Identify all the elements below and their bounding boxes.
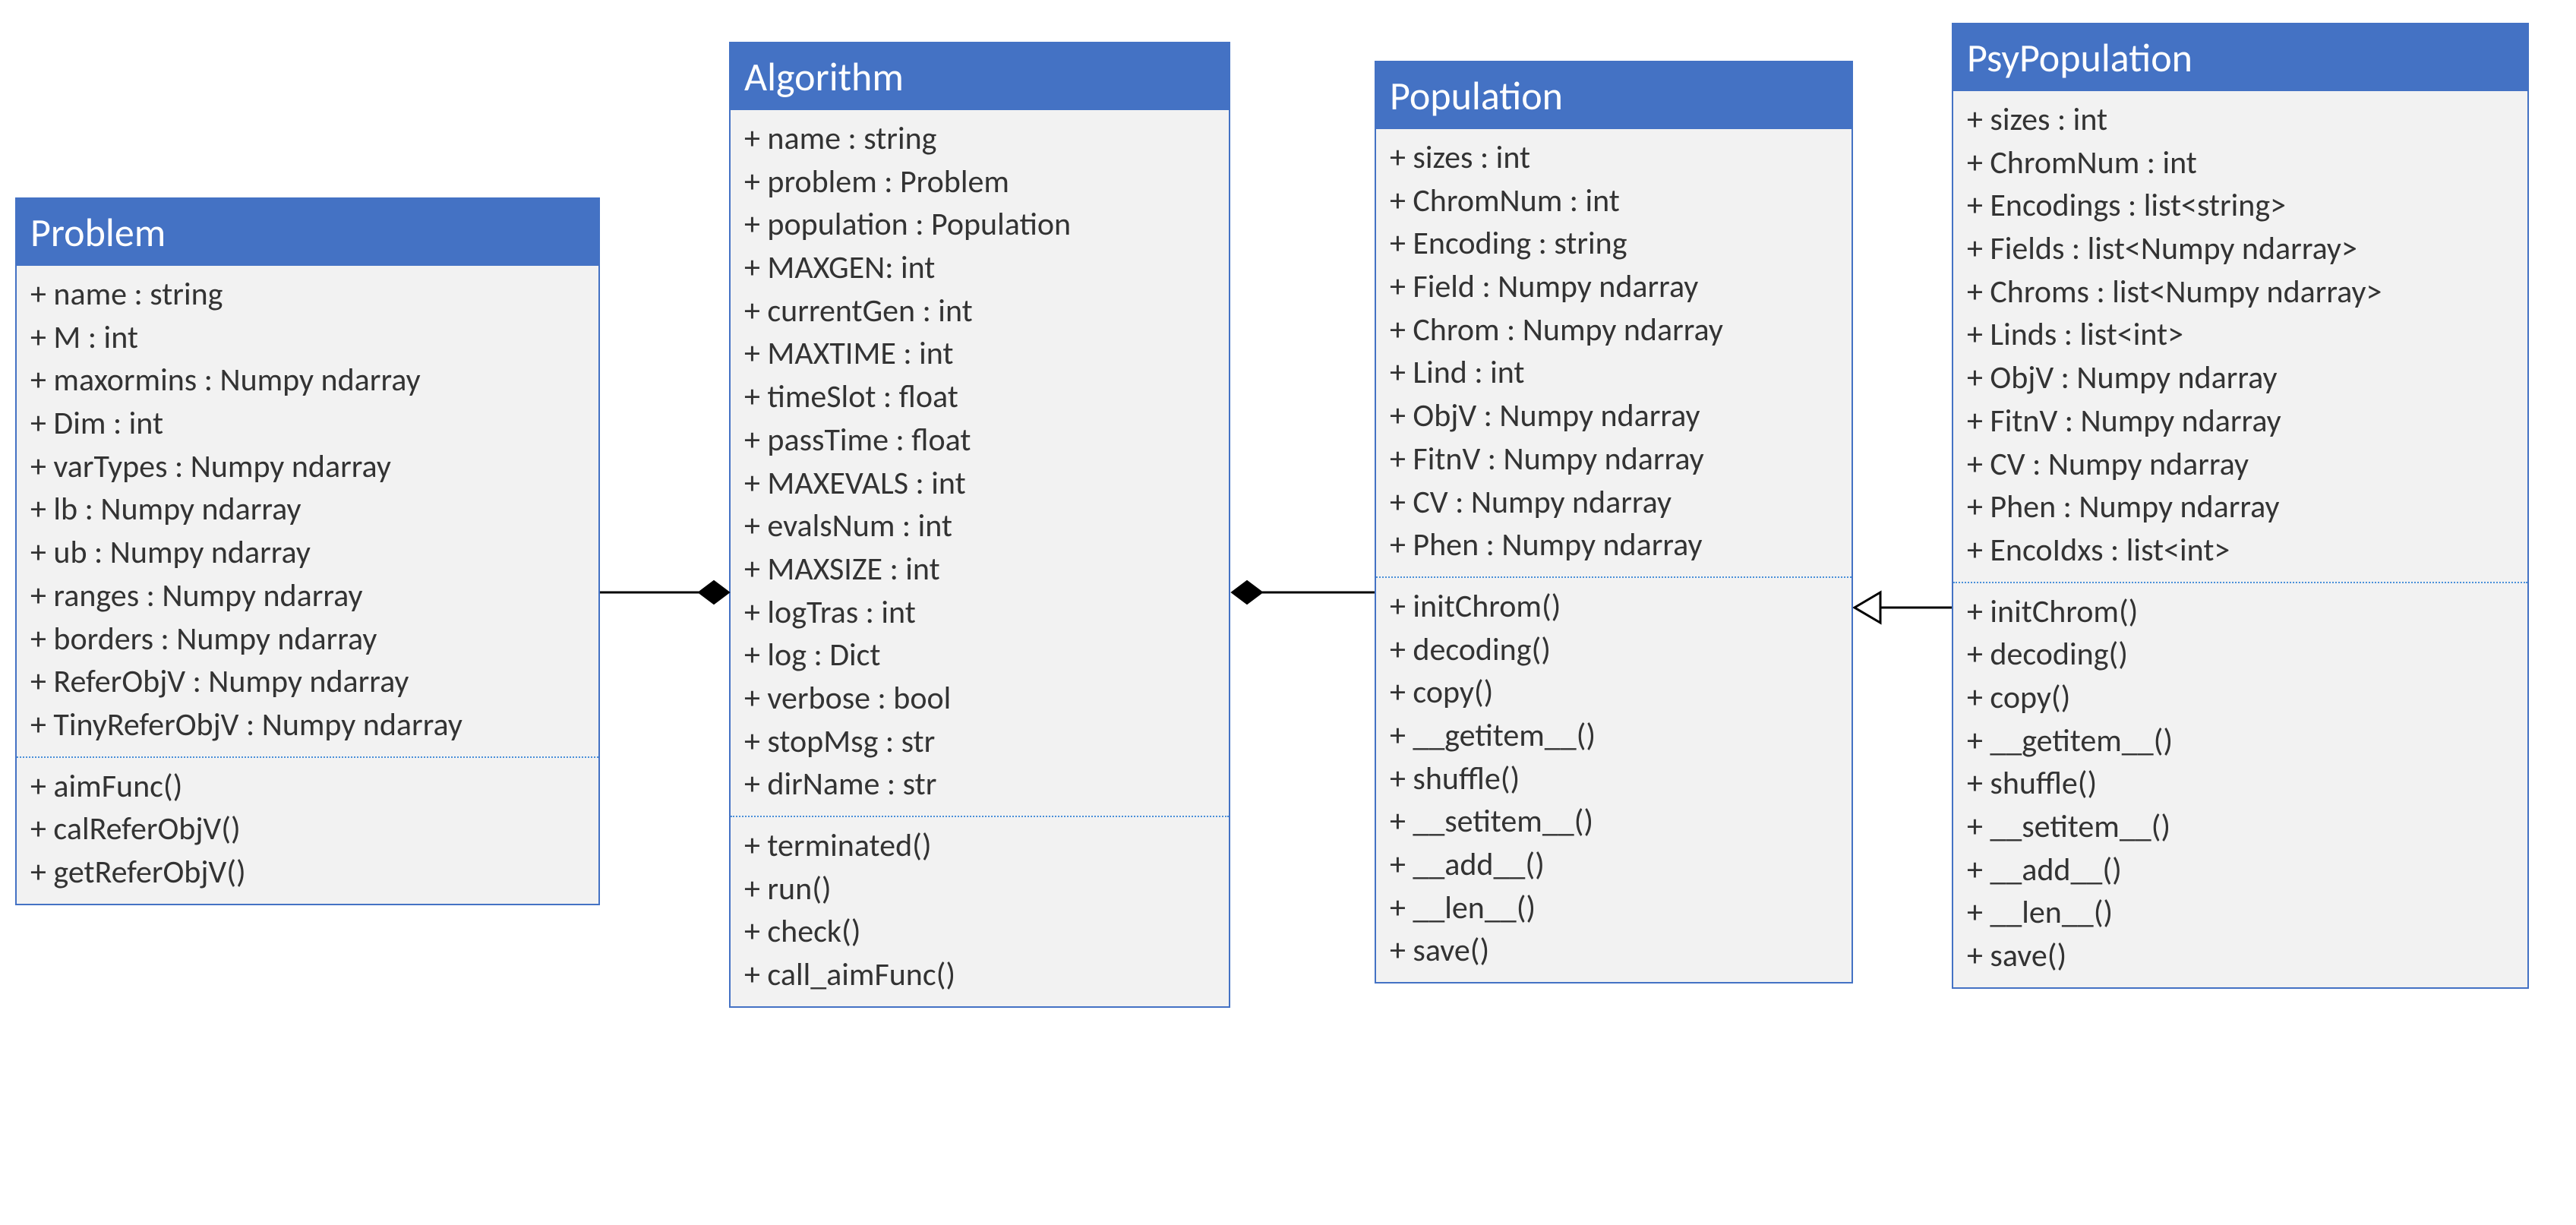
uml-member: + getReferObjV() — [30, 851, 585, 895]
uml-member: + __len__() — [1390, 887, 1838, 930]
uml-member: + Encodings : list<string> — [1967, 185, 2514, 228]
attributes-section: + name : string+ M : int+ maxormins : Nu… — [17, 266, 598, 756]
uml-member: + __add__() — [1390, 844, 1838, 887]
uml-member: + sizes : int — [1967, 99, 2514, 142]
uml-member: + ReferObjV : Numpy ndarray — [30, 661, 585, 704]
uml-member: + MAXSIZE : int — [744, 548, 1215, 592]
uml-member: + lb : Numpy ndarray — [30, 488, 585, 532]
uml-member: + Linds : list<int> — [1967, 314, 2514, 357]
uml-member: + __len__() — [1967, 892, 2514, 935]
uml-member: + currentGen : int — [744, 290, 1215, 333]
uml-member: + initChrom() — [1390, 586, 1838, 629]
uml-member: + Field : Numpy ndarray — [1390, 266, 1838, 309]
class-title: Algorithm — [731, 43, 1229, 110]
uml-member: + __getitem__() — [1390, 715, 1838, 758]
class-title: Problem — [17, 199, 598, 266]
uml-member: + shuffle() — [1390, 758, 1838, 801]
uml-member: + Encoding : string — [1390, 223, 1838, 266]
uml-member: + copy() — [1390, 671, 1838, 715]
uml-member: + aimFunc() — [30, 766, 585, 809]
uml-member: + sizes : int — [1390, 137, 1838, 180]
uml-member: + CV : Numpy ndarray — [1390, 481, 1838, 525]
class-population: Population + sizes : int+ ChromNum : int… — [1375, 61, 1853, 983]
uml-member: + shuffle() — [1967, 762, 2514, 806]
uml-member: + FitnV : Numpy ndarray — [1390, 438, 1838, 481]
uml-member: + terminated() — [744, 825, 1215, 868]
methods-section: + terminated()+ run()+ check()+ call_aim… — [731, 817, 1229, 1006]
uml-member: + EncoIdxs : list<int> — [1967, 529, 2514, 573]
uml-member: + ObjV : Numpy ndarray — [1967, 357, 2514, 400]
uml-member: + CV : Numpy ndarray — [1967, 444, 2514, 487]
uml-member: + run() — [744, 868, 1215, 911]
uml-member: + passTime : float — [744, 419, 1215, 463]
uml-member: + population : Population — [744, 204, 1215, 247]
uml-member: + name : string — [744, 118, 1215, 161]
uml-member: + ub : Numpy ndarray — [30, 532, 585, 575]
uml-member: + TinyReferObjV : Numpy ndarray — [30, 704, 585, 747]
uml-member: + Phen : Numpy ndarray — [1390, 524, 1838, 567]
uml-member: + log : Dict — [744, 634, 1215, 677]
uml-member: + call_aimFunc() — [744, 954, 1215, 997]
uml-member: + save() — [1967, 935, 2514, 978]
uml-member: + timeSlot : float — [744, 376, 1215, 419]
methods-section: + initChrom()+ decoding()+ copy()+ __get… — [1953, 583, 2527, 987]
uml-member: + __add__() — [1967, 849, 2514, 892]
uml-member: + name : string — [30, 273, 585, 317]
class-title: Population — [1376, 62, 1852, 129]
methods-section: + aimFunc()+ calReferObjV()+ getReferObj… — [17, 758, 598, 904]
uml-member: + Chroms : list<Numpy ndarray> — [1967, 271, 2514, 314]
uml-member: + Phen : Numpy ndarray — [1967, 486, 2514, 529]
uml-member: + MAXGEN: int — [744, 247, 1215, 290]
class-algorithm: Algorithm + name : string+ problem : Pro… — [729, 42, 1230, 1008]
uml-member: + Chrom : Numpy ndarray — [1390, 309, 1838, 352]
uml-member: + FitnV : Numpy ndarray — [1967, 400, 2514, 444]
class-title: PsyPopulation — [1953, 24, 2527, 91]
uml-member: + varTypes : Numpy ndarray — [30, 446, 585, 489]
uml-member: + initChrom() — [1967, 591, 2514, 634]
attributes-section: + name : string+ problem : Problem+ popu… — [731, 110, 1229, 816]
class-psypopulation: PsyPopulation + sizes : int+ ChromNum : … — [1952, 23, 2529, 989]
uml-member: + __getitem__() — [1967, 720, 2514, 763]
uml-member: + ObjV : Numpy ndarray — [1390, 395, 1838, 438]
connector-population-psypopulation — [1853, 577, 1953, 638]
uml-member: + dirName : str — [744, 763, 1215, 807]
uml-member: + __setitem__() — [1967, 806, 2514, 849]
uml-member: + save() — [1390, 930, 1838, 973]
uml-member: + check() — [744, 911, 1215, 954]
uml-member: + decoding() — [1390, 629, 1838, 672]
uml-member: + stopMsg : str — [744, 721, 1215, 764]
connector-algorithm-population — [1230, 562, 1376, 623]
uml-member: + logTras : int — [744, 592, 1215, 635]
uml-member: + ChromNum : int — [1390, 180, 1838, 223]
uml-member: + Fields : list<Numpy ndarray> — [1967, 228, 2514, 271]
uml-member: + calReferObjV() — [30, 808, 585, 851]
uml-member: + verbose : bool — [744, 677, 1215, 721]
uml-member: + evalsNum : int — [744, 505, 1215, 548]
uml-member: + MAXEVALS : int — [744, 463, 1215, 506]
uml-member: + ranges : Numpy ndarray — [30, 575, 585, 618]
uml-member: + maxormins : Numpy ndarray — [30, 359, 585, 403]
uml-member: + copy() — [1967, 677, 2514, 720]
attributes-section: + sizes : int+ ChromNum : int+ Encoding … — [1376, 129, 1852, 576]
uml-member: + __setitem__() — [1390, 800, 1838, 844]
uml-member: + MAXTIME : int — [744, 333, 1215, 376]
uml-member: + ChromNum : int — [1967, 142, 2514, 185]
uml-member: + borders : Numpy ndarray — [30, 618, 585, 661]
uml-member: + problem : Problem — [744, 161, 1215, 204]
uml-member: + decoding() — [1967, 633, 2514, 677]
uml-member: + Dim : int — [30, 403, 585, 446]
connector-algorithm-problem — [600, 562, 731, 623]
methods-section: + initChrom()+ decoding()+ copy()+ __get… — [1376, 578, 1852, 982]
uml-member: + Lind : int — [1390, 352, 1838, 395]
attributes-section: + sizes : int+ ChromNum : int+ Encodings… — [1953, 91, 2527, 582]
class-problem: Problem + name : string+ M : int+ maxorm… — [15, 197, 600, 905]
uml-member: + M : int — [30, 317, 585, 360]
